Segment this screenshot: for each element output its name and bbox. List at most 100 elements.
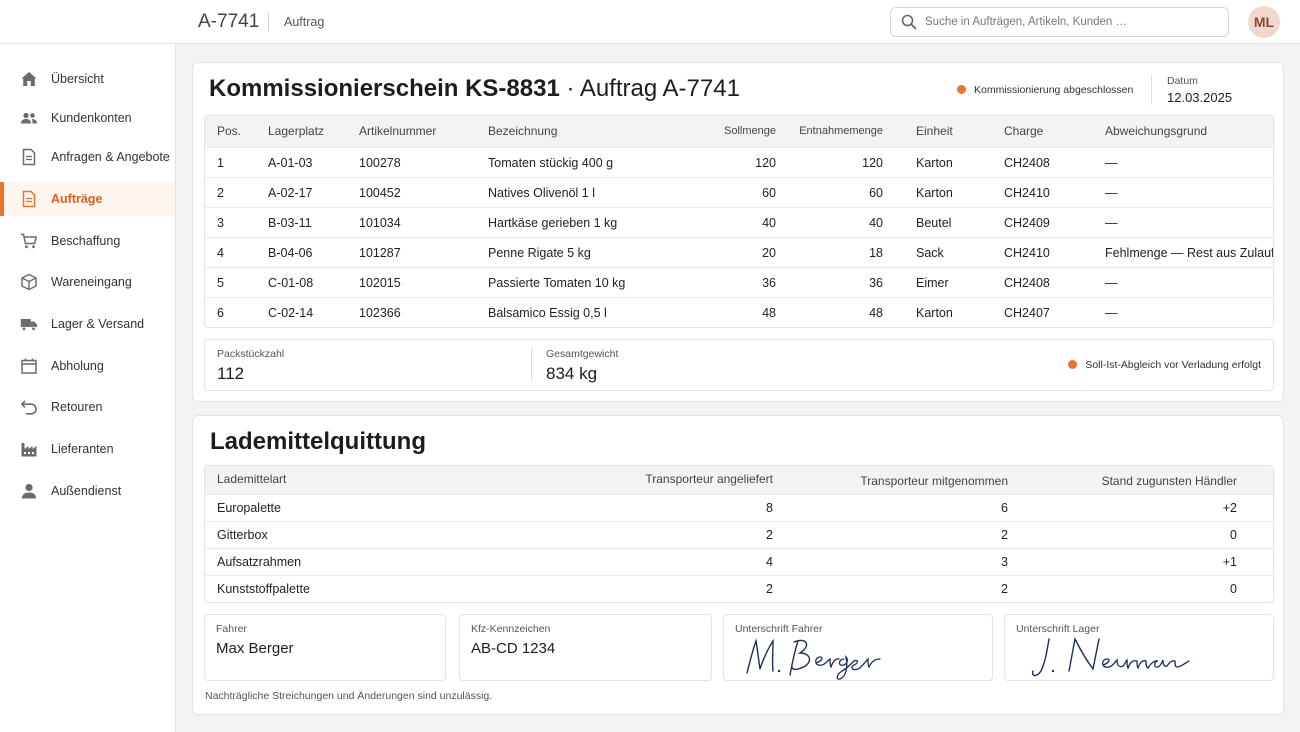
status-dot	[1068, 360, 1078, 369]
sidebar-item-label: Übersicht	[51, 72, 104, 86]
license-plate-value: AB-CD 1234	[471, 640, 556, 657]
table-row[interactable]: 1 A-01-03 100278 Tomaten stückig 400 g 1…	[205, 147, 1273, 177]
storage-signature-field[interactable]: Unterschrift Lager	[1004, 614, 1274, 681]
total-weight-value: 834 kg	[546, 364, 598, 383]
sidebar-item-auftraege[interactable]: Aufträge	[0, 182, 175, 216]
table-row[interactable]: 5 C-01-08 102015 Passierte Tomaten 10 kg…	[205, 267, 1273, 297]
sidebar-item-label: Beschaffung	[51, 234, 121, 248]
cell-description: Hartkäse gerieben 1 kg	[488, 216, 618, 230]
factory-icon	[21, 443, 37, 457]
cell-delivered: 2	[766, 528, 773, 542]
cell-unit: Karton	[916, 186, 953, 200]
sidebar-item-label: Anfragen & Angebote	[51, 150, 170, 164]
table-row[interactable]: 4 B-04-06 101287 Penne Rigate 5 kg 20 18…	[205, 237, 1273, 267]
date-label: Datum	[1167, 75, 1198, 87]
top-bar: A-7741 Auftrag ML	[0, 0, 1300, 44]
breadcrumb[interactable]: Auftrag	[284, 15, 324, 29]
table-row[interactable]: Kunststoffpalette 2 2 0	[205, 575, 1273, 602]
table-row[interactable]: 6 C-02-14 102366 Balsamico Essig 0,5 l 4…	[205, 297, 1273, 327]
search-box[interactable]	[890, 7, 1229, 37]
cell-target-qty: 120	[755, 156, 776, 170]
cell-storage-bin: A-02-17	[268, 186, 313, 200]
sidebar-item-wareneingang[interactable]: Wareneingang	[0, 265, 175, 299]
avatar[interactable]: ML	[1248, 6, 1280, 38]
cell-target-qty: 36	[762, 276, 776, 290]
reconciliation-text: Soll-Ist-Abgleich vor Verladung erfolgt	[1085, 359, 1261, 371]
calendar-icon	[21, 358, 37, 374]
column-header[interactable]: Einheit	[916, 124, 953, 138]
sidebar-item-abholung[interactable]: Abholung	[0, 349, 175, 383]
cell-batch: CH2408	[1004, 156, 1050, 170]
column-header[interactable]: Charge	[1004, 124, 1043, 138]
picklist-table: Pos. Lagerplatz Artikelnummer Bezeichnun…	[204, 115, 1274, 328]
package-count-value: 112	[217, 364, 245, 383]
table-row[interactable]: 3 B-03-11 101034 Hartkäse gerieben 1 kg …	[205, 207, 1273, 237]
license-plate-field[interactable]: Kfz-Kennzeichen AB-CD 1234	[459, 614, 712, 681]
cell-unit: Eimer	[916, 276, 949, 290]
column-header[interactable]: Transporteur mitgenommen	[860, 474, 1008, 488]
cell-description: Penne Rigate 5 kg	[488, 246, 591, 260]
cell-article-number: 101034	[359, 216, 401, 230]
package-count: Packstückzahl 112	[217, 348, 284, 384]
table-row[interactable]: Europalette 8 6 +2	[205, 494, 1273, 521]
column-header[interactable]: Lademittelart	[217, 472, 286, 486]
cell-storage-bin: B-04-06	[268, 246, 313, 260]
cell-picked-qty: 120	[862, 156, 883, 170]
sidebar-item-beschaffung[interactable]: Beschaffung	[0, 224, 175, 258]
cell-target-qty: 48	[762, 306, 776, 320]
cell-pos: 1	[217, 156, 224, 170]
sidebar-item-retouren[interactable]: Retouren	[0, 390, 175, 424]
cell-article-number: 101287	[359, 246, 401, 260]
cell-batch: CH2407	[1004, 306, 1050, 320]
cell-delivered: 2	[766, 582, 773, 596]
sidebar: Übersicht Kundenkonten Anfragen & Angebo…	[0, 44, 176, 732]
cell-description: Natives Olivenöl 1 l	[488, 186, 595, 200]
table-row[interactable]: 2 A-02-17 100452 Natives Olivenöl 1 l 60…	[205, 177, 1273, 207]
total-weight-label: Gesamtgewicht	[546, 348, 619, 360]
cell-pos: 6	[217, 306, 224, 320]
search-icon	[901, 14, 917, 30]
sidebar-item-lager-versand[interactable]: Lager & Versand	[0, 307, 175, 341]
cell-unit: Karton	[916, 306, 953, 320]
status-text: Kommissionierung abgeschlossen	[974, 84, 1134, 96]
cell-batch: CH2410	[1004, 186, 1050, 200]
cell-deviation: Fehlmenge — Rest aus Zulauf	[1105, 246, 1274, 260]
picklist-title: Kommissionierschein KS-8831	[209, 75, 560, 102]
search-input[interactable]	[925, 12, 1215, 32]
column-header[interactable]: Abweichungsgrund	[1105, 124, 1207, 138]
cell-target-qty: 20	[762, 246, 776, 260]
cell-batch: CH2409	[1004, 216, 1050, 230]
sidebar-item-anfragen-angebote[interactable]: Anfragen & Angebote	[0, 140, 175, 174]
column-header[interactable]: Stand zugunsten Händler	[1102, 474, 1237, 488]
driver-field[interactable]: Fahrer Max Berger	[204, 614, 446, 681]
sidebar-item-aussendienst[interactable]: Außendienst	[0, 474, 175, 508]
table-row[interactable]: Aufsatzrahmen 4 3 +1	[205, 548, 1273, 575]
sidebar-item-kundenkonten[interactable]: Kundenkonten	[0, 101, 175, 135]
column-header[interactable]: Lagerplatz	[268, 124, 324, 138]
sidebar-item-label: Lieferanten	[51, 442, 114, 456]
table-row[interactable]: Gitterbox 2 2 0	[205, 521, 1273, 548]
driver-signature-field[interactable]: Unterschrift Fahrer	[723, 614, 993, 681]
column-header[interactable]: Entnahmemenge	[799, 125, 883, 137]
column-header[interactable]: Pos.	[217, 124, 241, 138]
column-header[interactable]: Bezeichnung	[488, 124, 557, 138]
sidebar-item-label: Lager & Versand	[51, 317, 145, 331]
load-carrier-table: Lademittelart Transporteur angeliefert T…	[204, 465, 1274, 603]
status-badge: Kommissionierung abgeschlossen	[957, 84, 1133, 96]
column-header[interactable]: Transporteur angeliefert	[645, 472, 773, 486]
cart-icon	[21, 233, 37, 249]
cell-batch: CH2410	[1004, 246, 1050, 260]
box-icon	[21, 273, 37, 291]
table-header: Pos. Lagerplatz Artikelnummer Bezeichnun…	[205, 116, 1273, 147]
cell-article-number: 102015	[359, 276, 401, 290]
column-header[interactable]: Artikelnummer	[359, 124, 436, 138]
cell-description: Passierte Tomaten 10 kg	[488, 276, 626, 290]
cell-taken: 6	[1001, 501, 1008, 515]
column-header[interactable]: Sollmenge	[724, 125, 776, 137]
cell-pos: 4	[217, 246, 224, 260]
table-header: Lademittelart Transporteur angeliefert T…	[205, 466, 1273, 494]
sidebar-item-uebersicht[interactable]: Übersicht	[0, 62, 175, 96]
sidebar-item-lieferanten[interactable]: Lieferanten	[0, 432, 175, 466]
date-value: 12.03.2025	[1167, 90, 1233, 105]
driver-label: Fahrer	[216, 623, 247, 635]
